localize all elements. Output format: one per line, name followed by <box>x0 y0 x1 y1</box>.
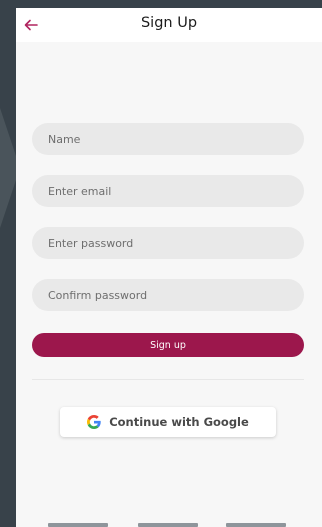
system-nav-bar <box>16 523 322 527</box>
app-screen: Sign Up Sign up Continue with Google <box>16 8 322 527</box>
app-bar: Sign Up <box>16 8 322 42</box>
sign-up-button[interactable]: Sign up <box>32 333 304 357</box>
divider <box>32 379 304 380</box>
google-g-icon <box>87 415 101 429</box>
name-field[interactable] <box>32 123 304 155</box>
confirm-password-field[interactable] <box>32 279 304 311</box>
back-nav-icon[interactable] <box>48 523 108 527</box>
email-field[interactable] <box>32 175 304 207</box>
background-decoration <box>0 108 16 228</box>
home-nav-icon[interactable] <box>138 523 198 527</box>
google-button-label: Continue with Google <box>109 415 249 429</box>
page-title: Sign Up <box>140 15 198 31</box>
recents-nav-icon[interactable] <box>226 523 286 527</box>
continue-with-google-button[interactable]: Continue with Google <box>60 407 276 437</box>
password-field[interactable] <box>32 227 304 259</box>
